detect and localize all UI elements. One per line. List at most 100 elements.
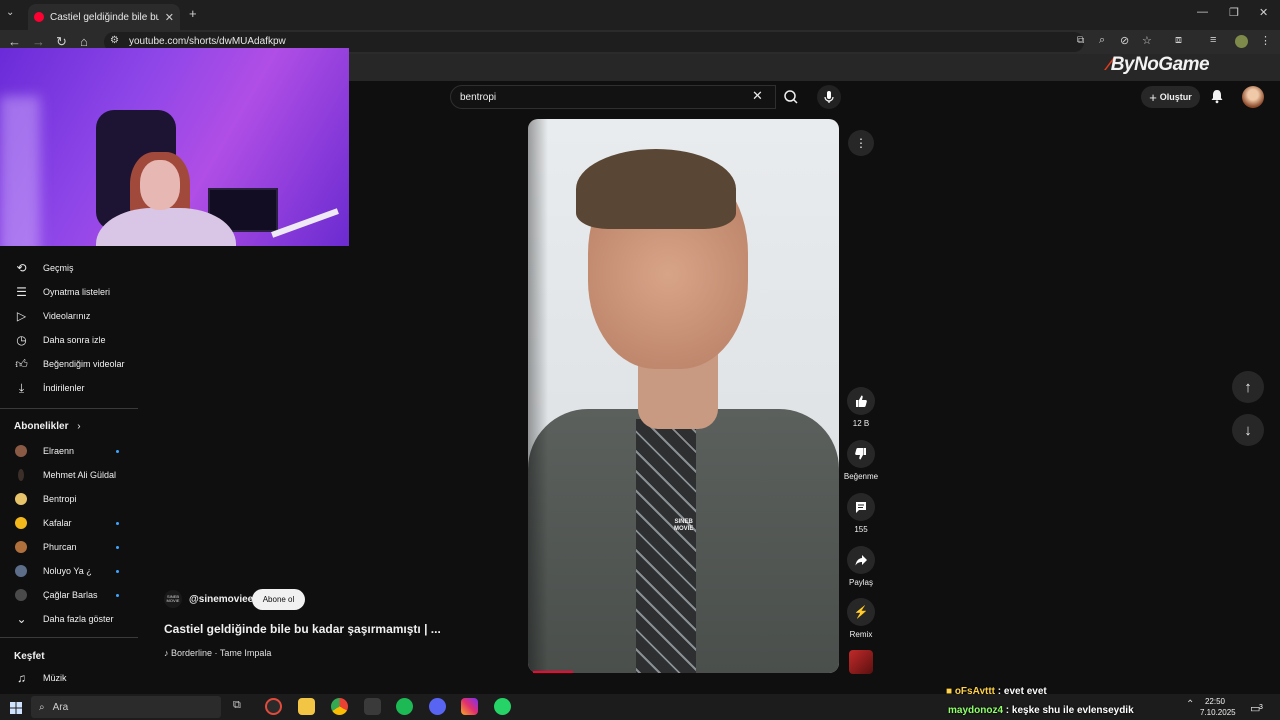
like-button[interactable]: 12 B [838,387,884,428]
sidebar-item-watch-later[interactable]: ◷ Daha sonra izle [0,328,138,352]
show-more-button[interactable]: ⌄ Daha fazla göster [0,607,138,631]
close-window-icon[interactable]: ✕ [1259,6,1268,19]
dislike-label: Beğenme [843,472,879,481]
media-control-icon[interactable]: ≡ [1210,34,1216,46]
whatsapp-icon[interactable] [494,698,511,715]
create-button[interactable]: + Oluştur [1141,86,1200,108]
thumbs-up-icon: 👍︎ [15,356,28,371]
next-short-button[interactable]: ↓ [1232,414,1264,446]
sound-link[interactable]: ♪ Borderline · Tame Impala [164,648,271,658]
close-tab-icon[interactable]: ✕ [165,11,174,24]
subscription-item[interactable]: Noluyo Ya ¿ [0,559,138,583]
system-clock[interactable]: 22:50 7.10.2025 [1200,696,1236,718]
site-info-icon[interactable]: ⚙ [110,35,119,46]
windows-start-icon[interactable] [10,701,22,714]
back-icon[interactable]: ← [8,34,21,49]
task-view-icon[interactable]: ⧉ [233,699,241,712]
search-icon [784,90,798,104]
clear-search-icon[interactable]: ✕ [752,88,763,104]
subscription-item[interactable]: Phurcan [0,535,138,559]
share-button[interactable]: Paylaş [838,546,884,587]
chrome-icon[interactable] [331,698,348,715]
chevron-up-icon[interactable]: ⌃ [1186,699,1194,710]
brand-text: ByNoGame [1110,54,1210,75]
browser-tab[interactable]: Castiel geldiğinde bile bu kadar ✕ [28,4,180,30]
sound-label: Borderline · Tame Impala [171,648,272,658]
taskbar-search-placeholder: Ara [52,701,69,713]
zoom-icon[interactable]: ⌕ [1099,34,1105,47]
instagram-icon[interactable] [461,698,478,715]
obs-icon[interactable] [265,698,282,715]
notification-center[interactable]: ▭ 3 [1250,699,1266,715]
search-input[interactable]: bentropi [450,85,776,109]
tab-title: Castiel geldiğinde bile bu kadar [50,11,159,23]
subscription-item[interactable]: Elraenn [0,439,138,463]
sidebar-item-history[interactable]: ⟲ Geçmiş [0,256,138,280]
sound-thumbnail[interactable] [849,650,873,674]
channel-avatar [15,541,27,553]
file-explorer-icon[interactable] [298,698,315,715]
subscription-item[interactable]: Çağlar Barlas [0,583,138,607]
remix-button[interactable]: ⚡ Remix [838,598,884,639]
subscription-item[interactable]: Bentropi [0,487,138,511]
search-button[interactable] [776,85,806,109]
profile-icon[interactable] [1235,35,1248,48]
share-icon [847,546,875,574]
chat-text: : keşke shu ile evlenseydik [1005,705,1134,716]
watch-later-icon: ◷ [16,333,27,347]
sidebar-item-your-videos[interactable]: ▷ Videolarınız [0,304,138,328]
comments-button[interactable]: 155 [838,493,884,534]
bell-icon [1211,90,1223,104]
channel-name[interactable]: @sinemoviee [189,594,253,605]
subscribe-button[interactable]: Abone ol [252,589,305,610]
extensions-icon[interactable]: ⧈ [1175,34,1182,47]
channel-avatar [15,589,27,601]
subscription-item[interactable]: Kafalar [0,511,138,535]
dislike-button[interactable]: Beğenme [838,440,884,481]
taskbar-search[interactable]: ⌕ Ara [31,696,221,718]
sidebar-item-downloads[interactable]: ⤓ İndirilenler [0,376,138,400]
sidebar-item-label: Müzik [43,673,67,683]
eye-off-icon[interactable]: ⊘ [1120,34,1129,47]
microphone-icon [824,91,834,103]
sidebar-item-label: Oynatma listeleri [43,287,111,297]
forward-icon[interactable]: → [32,34,45,49]
youtube-favicon-icon [34,12,44,22]
subscription-item[interactable]: Mehmet Ali Güldal [0,463,138,487]
discord-icon[interactable] [429,698,446,715]
sidebar-item-liked-videos[interactable]: 👍︎ Beğendiğim videolar [0,352,138,376]
home-icon[interactable]: ⌂ [80,34,88,49]
explore-title: Keşfet [14,651,45,662]
notification-count: 3 [1259,704,1263,711]
notifications-button[interactable] [1210,88,1224,109]
url-text[interactable]: youtube.com/shorts/dwMUAdafkpw [129,36,286,47]
video-progress-bar[interactable] [533,671,573,673]
bynogame-logo: ⁄ByNoGame [1108,54,1210,75]
previous-short-button[interactable]: ↑ [1232,371,1264,403]
browser-menu-icon[interactable]: ⋮ [1260,34,1271,47]
minimize-icon[interactable]: — [1197,6,1208,18]
channel-avatar[interactable]: SINEB MOVIE [164,590,182,608]
sidebar-item-music[interactable]: ♫ Müzik [0,666,138,690]
video-title[interactable]: Castiel geldiğinde bile bu kadar şaşırma… [164,622,441,636]
voice-search-button[interactable] [817,85,841,109]
new-content-dot [116,593,119,597]
account-avatar[interactable] [1242,86,1264,108]
install-app-icon[interactable]: ⧉ [1077,35,1084,46]
shorts-video-player[interactable]: SINEB MOVIE [528,119,839,673]
new-tab-icon[interactable]: + [189,6,197,21]
tab-search-icon[interactable]: ⌄ [6,7,14,18]
spotify-icon[interactable] [396,698,413,715]
restore-icon[interactable]: ❐ [1229,6,1239,19]
bookmark-star-icon[interactable]: ☆ [1142,34,1152,47]
capcut-icon[interactable] [364,698,381,715]
your-videos-icon: ▷ [16,309,27,323]
subscription-label: Noluyo Ya ¿ [43,566,92,576]
new-content-dot [116,545,119,549]
sidebar-item-label: Daha sonra izle [43,335,106,345]
sidebar-divider [0,408,138,409]
subscriptions-heading[interactable]: Abonelikler › [14,421,81,432]
more-options-button[interactable]: ⋮ [848,130,874,156]
chat-message: maydonoz4 : keşke shu ile evlenseydik [948,705,1134,716]
sidebar-item-playlists[interactable]: ☰ Oynatma listeleri [0,280,138,304]
